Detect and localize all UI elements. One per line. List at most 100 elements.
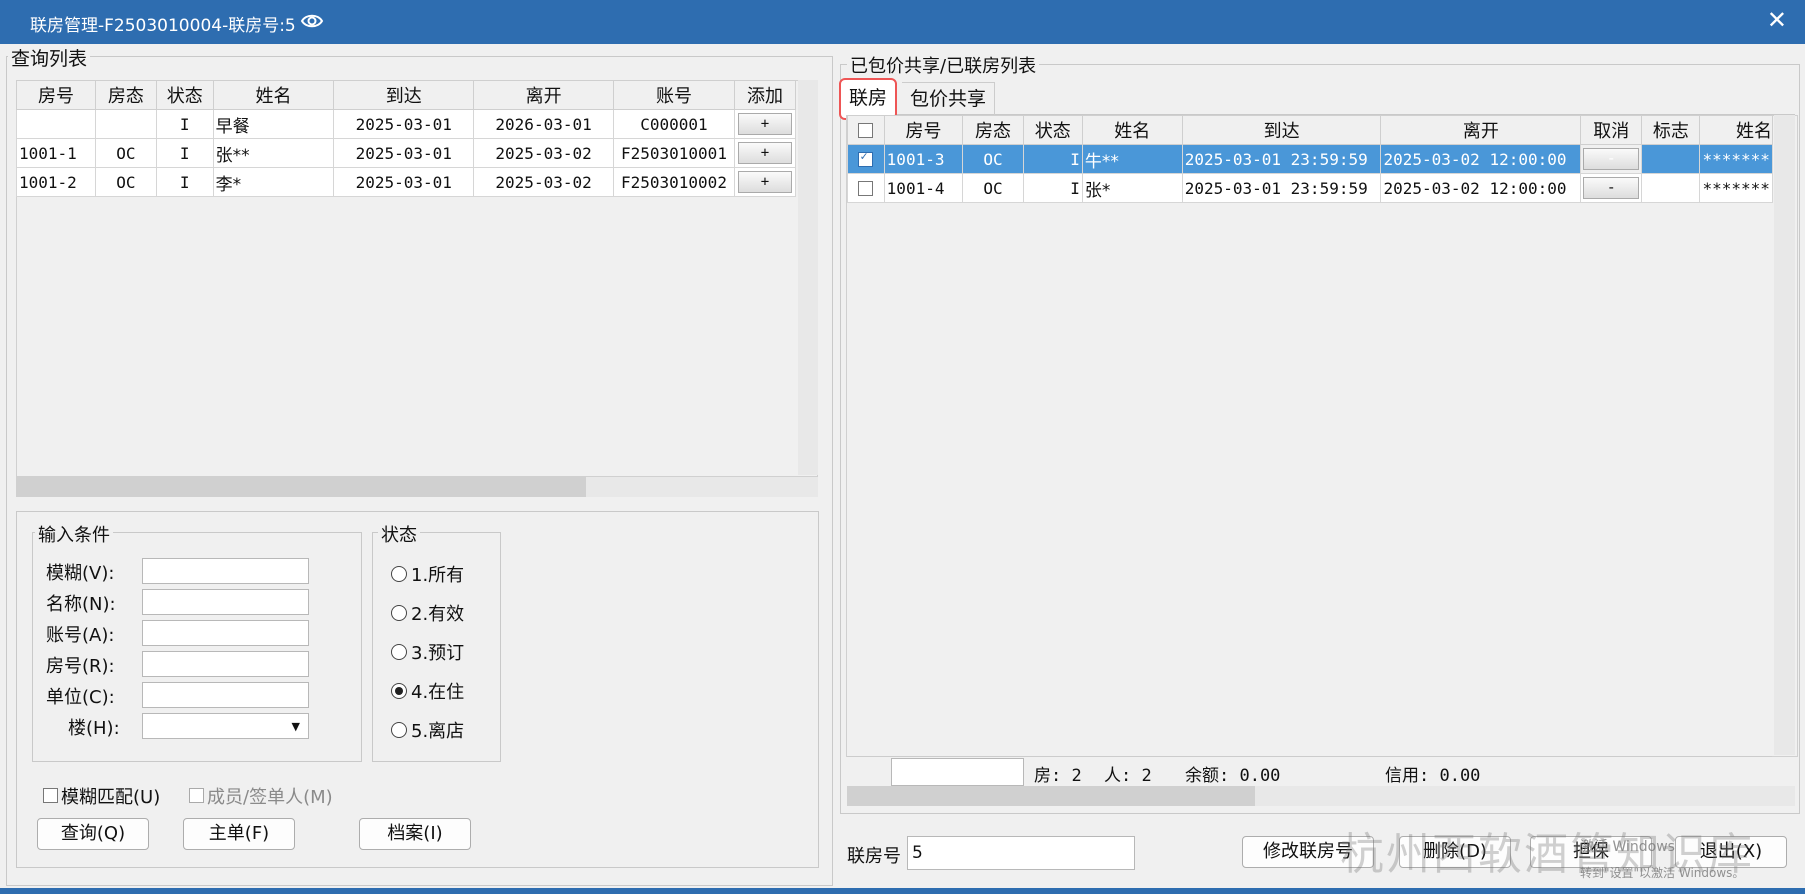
table-row[interactable]: 1001-1 OC I 张** 2025-03-01 2025-03-02 F2…	[16, 138, 797, 168]
cell-room-state: OC	[962, 173, 1024, 203]
status-option-in-house[interactable]: 4.在住	[411, 678, 464, 704]
archive-button[interactable]: 档案(I)	[359, 818, 471, 850]
col-account[interactable]: 账号	[613, 80, 735, 110]
scrollbar-thumb[interactable]	[847, 786, 1255, 806]
scrollbar-thumb[interactable]	[16, 477, 586, 497]
status-group-label: 状态	[378, 521, 420, 547]
col-depart[interactable]: 离开	[473, 80, 614, 110]
floor-select[interactable]: ▼	[142, 713, 309, 739]
linked-no-input[interactable]: 5	[907, 836, 1135, 870]
member-checkbox[interactable]	[189, 788, 204, 803]
table-row[interactable]: 1001-2 OC I 李* 2025-03-01 2025-03-02 F25…	[16, 167, 797, 197]
col-room[interactable]: 房号	[883, 115, 964, 145]
query-table: 房号 房态 状态 姓名 到达 离开 账号 添加 I 早餐 2025-03-01 …	[16, 80, 797, 197]
account-label: 账号(A):	[46, 625, 115, 646]
fuzzy-match-checkbox[interactable]	[43, 788, 58, 803]
col-status[interactable]: 状态	[155, 80, 214, 110]
vertical-scrollbar[interactable]	[1774, 115, 1795, 755]
row-checkbox[interactable]: ✓	[858, 148, 874, 167]
fuzzy-label: 模糊(V):	[46, 563, 115, 584]
status-radio-valid[interactable]	[391, 605, 407, 621]
cell-arrive: 2025-03-01 23:59:59	[1181, 173, 1382, 203]
status-option-all[interactable]: 1.所有	[411, 561, 464, 587]
col-room-state[interactable]: 房态	[962, 115, 1024, 145]
col-room[interactable]: 房号	[16, 80, 96, 110]
horizontal-scrollbar[interactable]	[16, 477, 818, 497]
cell-depart: 2025-03-02 12:00:00	[1380, 144, 1582, 174]
fuzzy-input[interactable]	[142, 558, 309, 584]
cancel-button[interactable]: -	[1583, 177, 1640, 199]
summary-rooms: 房: 2	[1034, 766, 1082, 786]
cell-status: I	[1022, 173, 1083, 203]
cell-flag	[1641, 173, 1701, 203]
add-button[interactable]: +	[737, 171, 792, 193]
name-input[interactable]	[142, 589, 309, 615]
status-radio-in-house[interactable]	[391, 683, 407, 699]
vertical-scrollbar[interactable]	[798, 80, 818, 475]
col-status[interactable]: 状态	[1022, 115, 1083, 145]
col-name[interactable]: 姓名	[1081, 115, 1183, 145]
col-room-state[interactable]: 房态	[94, 80, 157, 110]
chevron-down-icon: ▼	[291, 720, 300, 733]
windows-activation-hint: 转到"设置"以激活 Windows。	[1580, 866, 1745, 880]
cell-name: 张*	[1081, 173, 1183, 203]
linked-table: 房号 房态 状态 姓名 到达 离开 取消 标志 姓名 ✓ 1001-3 OC I…	[847, 115, 1773, 203]
member-label[interactable]: 成员/签单人(M)	[207, 783, 333, 809]
tab-linked-rooms[interactable]: 联房	[839, 78, 898, 120]
cell-room: 1001-3	[883, 144, 964, 174]
add-button[interactable]: +	[737, 113, 792, 135]
col-name-2[interactable]: 姓名	[1699, 115, 1773, 145]
cancel-button[interactable]: -	[1583, 148, 1640, 170]
window-title: 联房管理-F2503010004-联房号:5	[30, 16, 296, 36]
unit-input[interactable]	[142, 682, 309, 708]
cell-room: 1001-4	[883, 173, 964, 203]
status-option-checked-out[interactable]: 5.离店	[411, 717, 464, 743]
title-bar: 联房管理-F2503010004-联房号:5 ✕	[0, 0, 1805, 44]
room-input[interactable]	[142, 651, 309, 677]
close-icon[interactable]: ✕	[1767, 6, 1787, 34]
query-button[interactable]: 查询(Q)	[37, 818, 149, 850]
floor-label: 楼(H):	[68, 718, 120, 739]
cell-room: 1001-2	[16, 167, 96, 197]
checkmark-icon: ✓	[860, 148, 868, 163]
col-arrive[interactable]: 到达	[333, 80, 475, 110]
query-group-label: 查询列表	[8, 44, 91, 71]
col-flag[interactable]: 标志	[1641, 115, 1701, 145]
query-header-row: 房号 房态 状态 姓名 到达 离开 账号 添加	[16, 80, 797, 110]
horizontal-scrollbar[interactable]	[847, 786, 1795, 806]
cell-arrive: 2025-03-01	[333, 167, 475, 197]
linked-header-row: 房号 房态 状态 姓名 到达 离开 取消 标志 姓名	[847, 115, 1773, 145]
status-option-reserved[interactable]: 3.预订	[411, 639, 464, 665]
table-row[interactable]: ✓ 1001-3 OC I 牛** 2025-03-01 23:59:59 20…	[847, 144, 1773, 174]
name-label: 名称(N):	[46, 594, 116, 615]
status-option-valid[interactable]: 2.有效	[411, 600, 464, 626]
add-button[interactable]: +	[737, 142, 792, 164]
summary-credit: 信用: 0.00	[1385, 766, 1481, 786]
table-row[interactable]: I 早餐 2025-03-01 2026-03-01 C000001 +	[16, 109, 797, 139]
col-add[interactable]: 添加	[733, 80, 797, 110]
fuzzy-match-label[interactable]: 模糊匹配(U)	[61, 783, 160, 809]
cell-status: I	[155, 109, 214, 139]
col-arrive[interactable]: 到达	[1181, 115, 1382, 145]
cell-depart: 2026-03-01	[473, 109, 614, 139]
cell-depart: 2025-03-02	[473, 167, 614, 197]
status-radio-all[interactable]	[391, 566, 407, 582]
cell-status: I	[155, 167, 214, 197]
cell-name-2: *******	[1699, 144, 1773, 174]
status-radio-reserved[interactable]	[391, 644, 407, 660]
tab-package-share[interactable]: 包价共享	[902, 82, 996, 115]
cell-account: F2503010001	[613, 138, 735, 168]
cell-room	[16, 109, 96, 139]
col-cancel[interactable]: 取消	[1580, 115, 1643, 145]
col-depart[interactable]: 离开	[1380, 115, 1582, 145]
select-all-checkbox[interactable]	[858, 122, 874, 138]
table-row[interactable]: 1001-4 OC I 张* 2025-03-01 23:59:59 2025-…	[847, 173, 1773, 203]
linked-grid-area	[846, 115, 1798, 757]
col-name[interactable]: 姓名	[212, 80, 335, 110]
account-input[interactable]	[142, 620, 309, 646]
row-checkbox[interactable]	[858, 180, 874, 196]
eye-icon[interactable]	[300, 10, 324, 32]
summary-input[interactable]	[891, 758, 1024, 786]
master-button[interactable]: 主单(F)	[183, 818, 295, 850]
status-radio-checked-out[interactable]	[391, 722, 407, 738]
